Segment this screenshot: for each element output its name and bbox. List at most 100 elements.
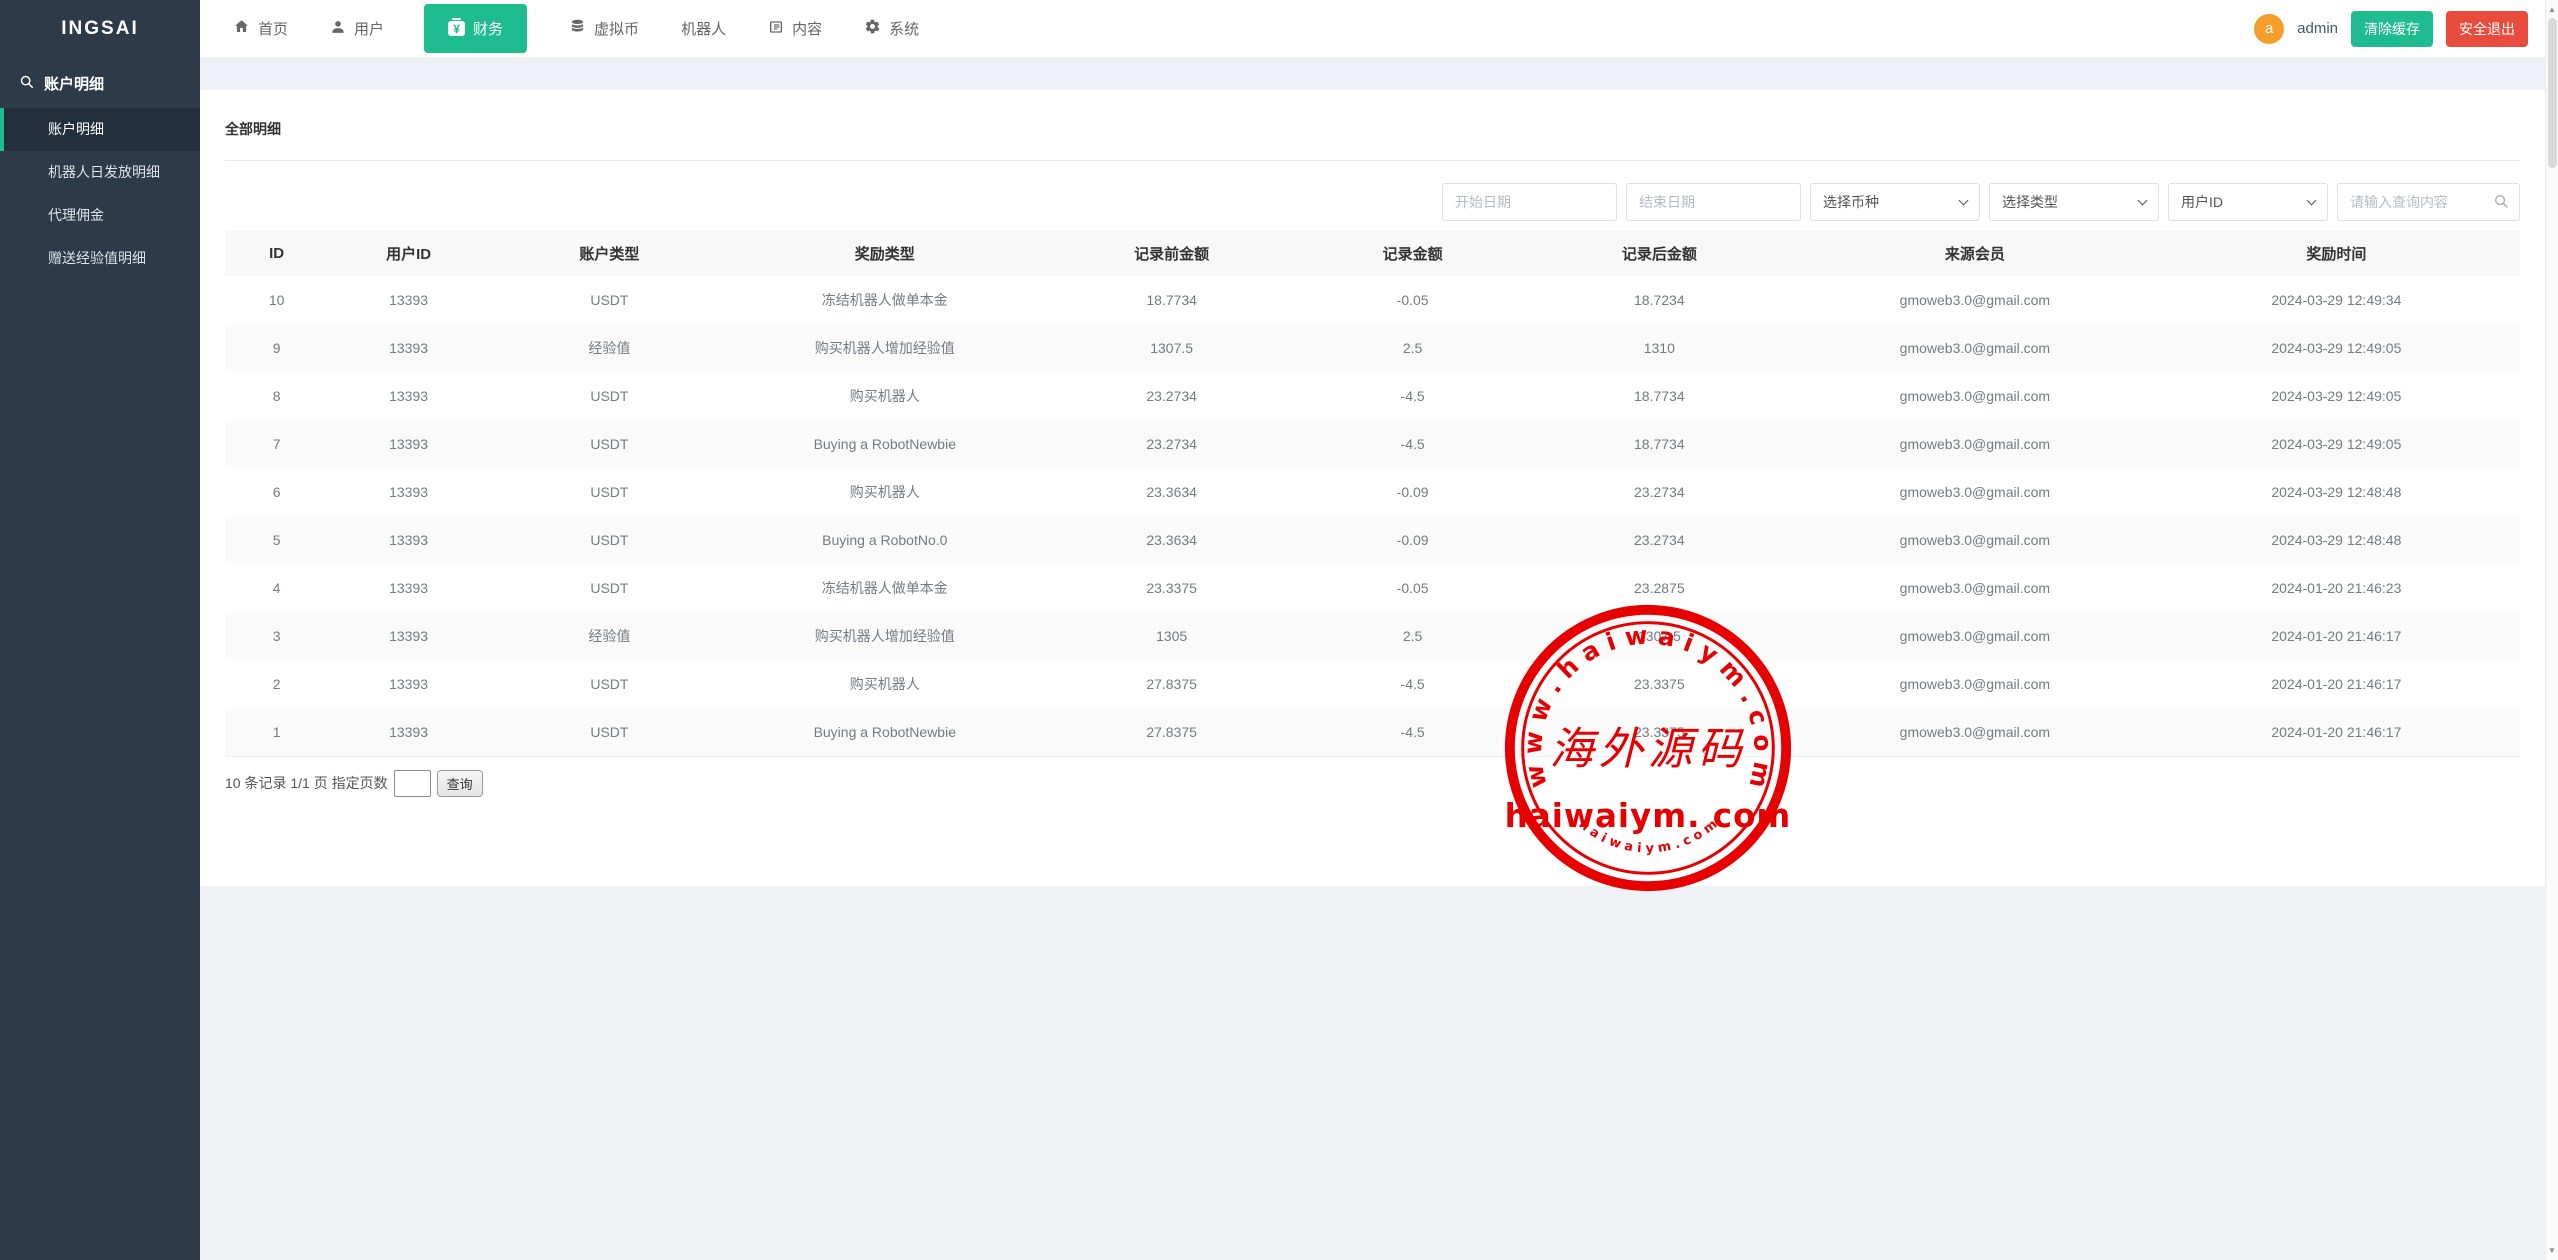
sidebar-item-account-details[interactable]: 账户明细 — [0, 108, 200, 151]
table-row: 813393USDT购买机器人23.2734-4.518.7734gmoweb3… — [225, 372, 2520, 420]
table-cell: 2024-01-20 21:46:23 — [2153, 564, 2520, 612]
table-cell: 23.2734 — [1522, 468, 1797, 516]
nav-item-users[interactable]: 用户 — [330, 0, 384, 57]
table-cell: 1 — [225, 708, 328, 756]
table-cell: 13393 — [328, 468, 489, 516]
sidebar: INGSAI 账户明细 账户明细 机器人日发放明细 代理佣金 赠送经验值明细 — [0, 0, 200, 1260]
end-date-input[interactable] — [1626, 183, 1801, 221]
col-header-id: ID — [225, 231, 328, 276]
table-cell: USDT — [489, 564, 730, 612]
table-cell: gmoweb3.0@gmail.com — [1797, 516, 2153, 564]
gear-icon — [864, 18, 881, 39]
table-cell: 2024-03-29 12:48:48 — [2153, 468, 2520, 516]
vertical-scrollbar[interactable]: ▲ ▼ — [2545, 0, 2558, 1260]
table-cell: gmoweb3.0@gmail.com — [1797, 372, 2153, 420]
table-row: 713393USDTBuying a RobotNewbie23.2734-4.… — [225, 420, 2520, 468]
page-number-input[interactable] — [394, 770, 431, 797]
scroll-down-icon[interactable]: ▼ — [2546, 1246, 2558, 1255]
app-logo: INGSAI — [0, 0, 200, 57]
table-cell: 18.7734 — [1040, 276, 1304, 324]
top-navbar: 首页 用户 ¥ 财务 虚拟币 机器人 内容 — [200, 0, 2558, 57]
col-header-reward-time: 奖励时间 — [2153, 231, 2520, 276]
sidebar-item-robot-daily-grant[interactable]: 机器人日发放明细 — [0, 151, 200, 194]
table-cell: USDT — [489, 372, 730, 420]
table-cell: 4 — [225, 564, 328, 612]
table-cell: 27.8375 — [1040, 660, 1304, 708]
table-cell: 购买机器人增加经验值 — [730, 612, 1040, 660]
pagination: 10 条记录 1/1 页 指定页数 查询 — [225, 770, 2520, 797]
main-area: 首页 用户 ¥ 财务 虚拟币 机器人 内容 — [200, 0, 2558, 886]
col-header-amount-before: 记录前金额 — [1040, 231, 1304, 276]
table-cell: 购买机器人 — [730, 372, 1040, 420]
table-cell: 6 — [225, 468, 328, 516]
col-header-reward-type: 奖励类型 — [730, 231, 1040, 276]
table-row: 113393USDTBuying a RobotNewbie27.8375-4.… — [225, 708, 2520, 756]
table-cell: 23.2734 — [1040, 420, 1304, 468]
nav-item-crypto[interactable]: 虚拟币 — [569, 0, 639, 57]
nav-item-home[interactable]: 首页 — [233, 0, 288, 57]
nav-item-content[interactable]: 内容 — [768, 0, 822, 57]
table-cell: 9 — [225, 324, 328, 372]
userid-select[interactable]: 用户ID — [2168, 183, 2328, 221]
table-cell: 23.2734 — [1040, 372, 1304, 420]
type-select-wrap: 选择类型 — [1989, 183, 2159, 221]
table-cell: gmoweb3.0@gmail.com — [1797, 612, 2153, 660]
table-row: 313393经验值购买机器人增加经验值13052.51307.5gmoweb3.… — [225, 612, 2520, 660]
table-cell: 23.3375 — [1040, 564, 1304, 612]
table-row: 213393USDT购买机器人27.8375-4.523.3375gmoweb3… — [225, 660, 2520, 708]
avatar[interactable]: a — [2254, 14, 2284, 44]
table-cell: 1307.5 — [1522, 612, 1797, 660]
table-header-row: ID 用户ID 账户类型 奖励类型 记录前金额 记录金额 记录后金额 来源会员 … — [225, 231, 2520, 276]
table-cell: 2.5 — [1304, 612, 1522, 660]
table-cell: 27.8375 — [1040, 708, 1304, 756]
table-cell: -0.05 — [1304, 276, 1522, 324]
table-cell: 1305 — [1040, 612, 1304, 660]
search-icon — [19, 74, 35, 94]
sidebar-item-gifted-exp-details[interactable]: 赠送经验值明细 — [0, 237, 200, 280]
table-cell: 购买机器人 — [730, 660, 1040, 708]
table-cell: 2.5 — [1304, 324, 1522, 372]
nav-item-system[interactable]: 系统 — [864, 0, 919, 57]
search-wrap — [2337, 183, 2520, 221]
table-cell: 2024-01-20 21:46:17 — [2153, 660, 2520, 708]
logout-button[interactable]: 安全退出 — [2446, 11, 2528, 47]
records-table: ID 用户ID 账户类型 奖励类型 记录前金额 记录金额 记录后金额 来源会员 … — [225, 231, 2520, 757]
scroll-up-icon[interactable]: ▲ — [2546, 5, 2558, 14]
sidebar-item-agent-commission[interactable]: 代理佣金 — [0, 194, 200, 237]
table-cell: USDT — [489, 660, 730, 708]
nav-item-label: 机器人 — [681, 18, 726, 39]
table-cell: -4.5 — [1304, 660, 1522, 708]
table-cell: 23.2734 — [1522, 516, 1797, 564]
currency-select-wrap: 选择币种 — [1810, 183, 1980, 221]
page-title: 全部明细 — [225, 90, 2520, 139]
table-cell: 13393 — [328, 708, 489, 756]
table-cell: -0.09 — [1304, 468, 1522, 516]
home-icon — [233, 18, 250, 39]
col-header-userid: 用户ID — [328, 231, 489, 276]
page-go-button[interactable]: 查询 — [437, 770, 483, 797]
nav-item-finance[interactable]: ¥ 财务 — [424, 4, 527, 53]
userid-select-wrap: 用户ID — [2168, 183, 2328, 221]
clear-cache-button[interactable]: 清除缓存 — [2351, 11, 2433, 47]
username[interactable]: admin — [2297, 20, 2338, 37]
start-date-input[interactable] — [1442, 183, 1617, 221]
table-cell: 经验值 — [489, 324, 730, 372]
nav-item-robots[interactable]: 机器人 — [681, 0, 726, 57]
table-cell: gmoweb3.0@gmail.com — [1797, 708, 2153, 756]
currency-select[interactable]: 选择币种 — [1810, 183, 1980, 221]
table-cell: 1310 — [1522, 324, 1797, 372]
scrollbar-thumb[interactable] — [2548, 18, 2557, 168]
table-cell: gmoweb3.0@gmail.com — [1797, 324, 2153, 372]
finance-icon: ¥ — [448, 21, 465, 36]
col-header-account-type: 账户类型 — [489, 231, 730, 276]
table-cell: USDT — [489, 468, 730, 516]
table-cell: 13393 — [328, 276, 489, 324]
table-cell: 8 — [225, 372, 328, 420]
table-cell: 18.7734 — [1522, 420, 1797, 468]
table-cell: 13393 — [328, 612, 489, 660]
user-icon — [330, 19, 346, 39]
type-select[interactable]: 选择类型 — [1989, 183, 2159, 221]
table-cell: 2024-03-29 12:48:48 — [2153, 516, 2520, 564]
table-cell: 冻结机器人做单本金 — [730, 276, 1040, 324]
table-cell: gmoweb3.0@gmail.com — [1797, 420, 2153, 468]
